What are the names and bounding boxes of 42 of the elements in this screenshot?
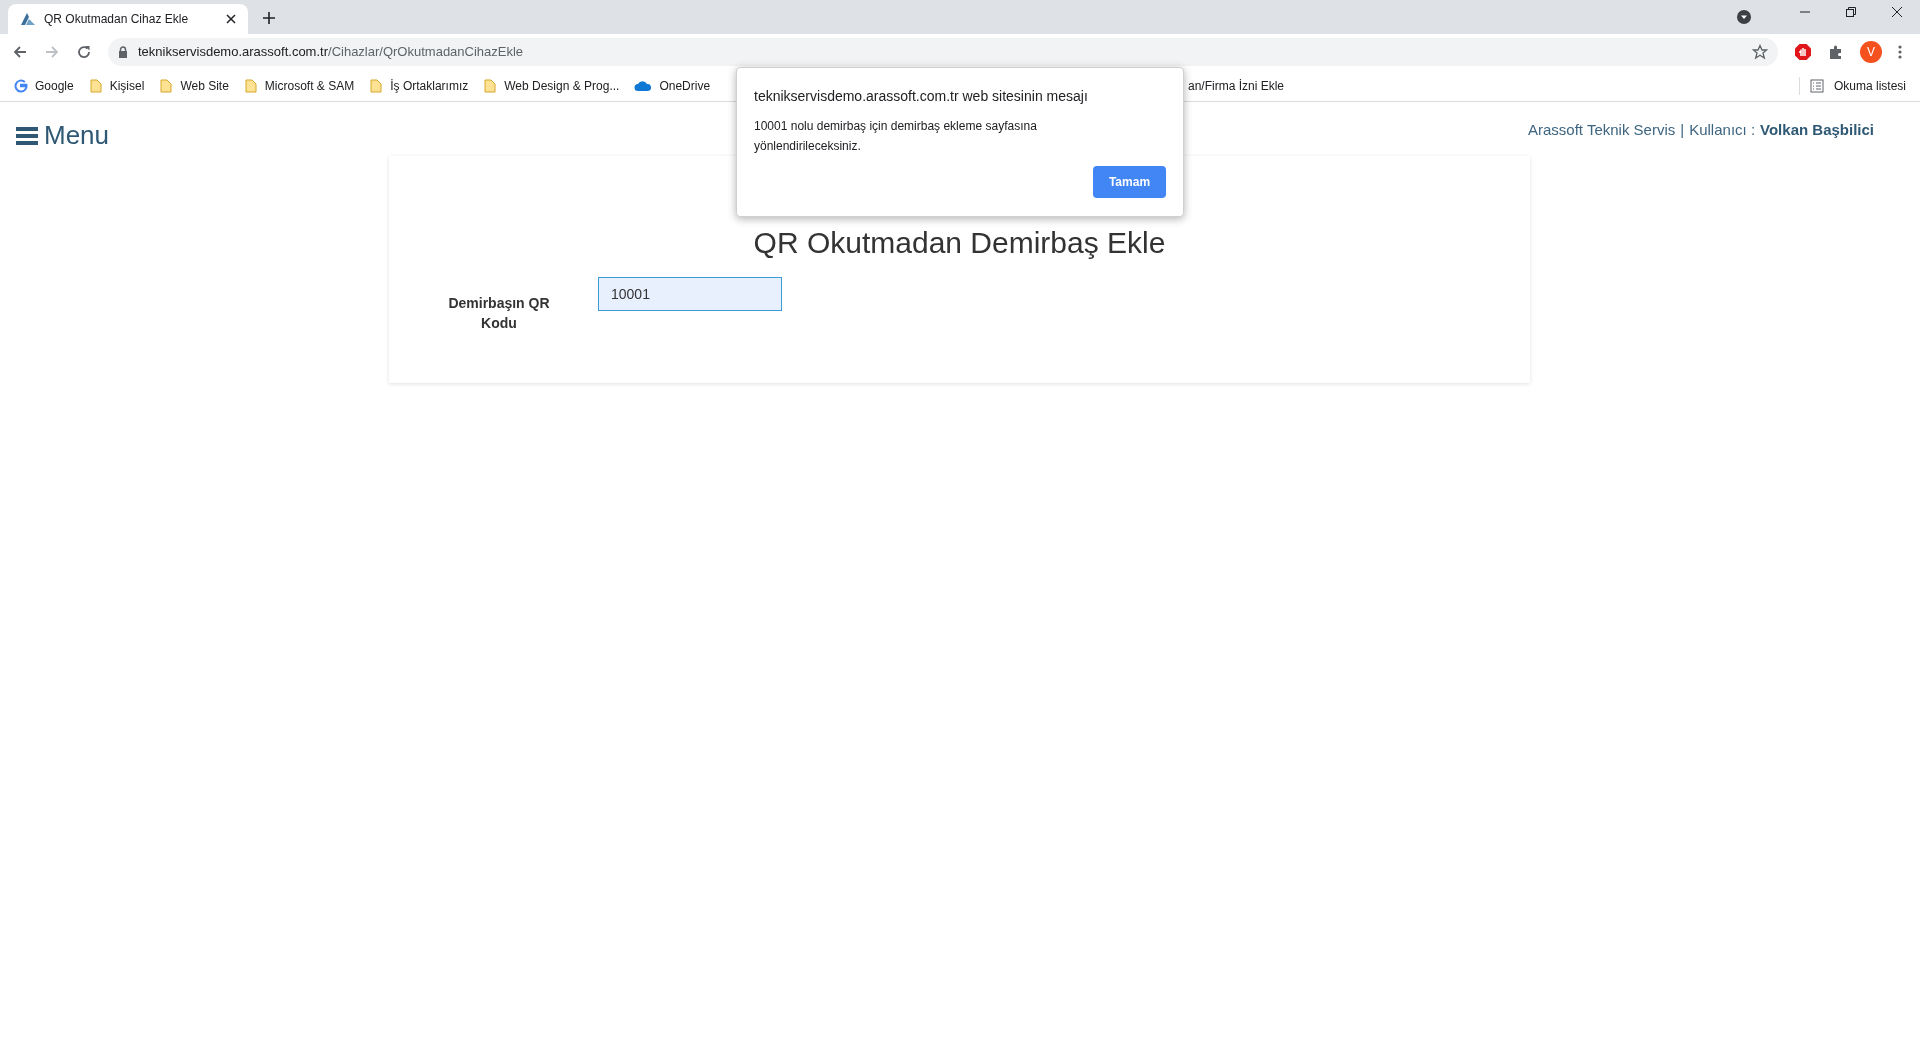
- dropdown-icon[interactable]: [1736, 9, 1752, 25]
- dialog-title: teknikservisdemo.arassoft.com.tr web sitesinin mesajı: [754, 87, 1089, 106]
- folder-icon: [159, 78, 174, 93]
- lock-icon[interactable]: [118, 46, 128, 58]
- bookmark-item[interactable]: Google: [14, 76, 74, 95]
- back-icon[interactable]: [12, 44, 28, 60]
- input-field[interactable]: 10001: [598, 277, 782, 311]
- google-g-icon: [14, 78, 28, 93]
- user-name: Volkan Başbilici: [1760, 120, 1874, 140]
- list-icon: [1809, 78, 1824, 93]
- reading-list-button[interactable]: Okuma listesi: [1798, 76, 1906, 95]
- puzzle-icon[interactable]: [1828, 44, 1844, 60]
- separator-text: |: [1680, 120, 1685, 140]
- bookmark-item[interactable]: Web Design & Prog...: [483, 76, 620, 95]
- page-title: QR Okutmadan Demirbaş Ekle: [753, 225, 1166, 261]
- reload-icon[interactable]: [76, 44, 92, 60]
- more-icon[interactable]: [1898, 45, 1902, 59]
- triangle-logo-icon[interactable]: [20, 12, 36, 26]
- bookmark-item[interactable]: İş Ortaklarımız: [369, 76, 469, 95]
- folder-icon: [483, 78, 498, 93]
- address-bar[interactable]: teknikservisdemo.arassoft.com.tr/Cihazlar/QrOkutmadanCihazEkle: [108, 38, 1778, 66]
- folder-icon: [88, 78, 103, 93]
- field-label: Demirbaşın QR Kodu: [447, 294, 551, 333]
- folder-icon: [243, 78, 258, 93]
- folder-icon: [369, 78, 384, 93]
- bookmark-item[interactable]: an/Firma İzni Ekle: [1188, 76, 1285, 95]
- bookmark-item[interactable]: Web Site: [159, 76, 229, 95]
- browser-tab[interactable]: QR Okutmadan Cihaz Ekle: [8, 4, 248, 34]
- star-icon[interactable]: [1752, 44, 1768, 60]
- bookmark-item[interactable]: Microsoft & SAM: [243, 76, 355, 95]
- ok-button[interactable]: Tamam: [1093, 166, 1166, 198]
- cloud-icon: [634, 79, 653, 92]
- url-text: teknikservisdemo.arassoft.com.tr/Cihazlar/QrOkutmadanCihazEkle: [138, 43, 525, 62]
- user-label: Kullanıcı :: [1689, 120, 1756, 140]
- plus-icon[interactable]: [262, 11, 276, 25]
- close-icon[interactable]: [226, 14, 236, 24]
- company-name: Arassoft Teknik Servis: [1528, 120, 1676, 140]
- dialog-message: 10001 nolu demirbaş için demirbaş ekleme sayfasına yönlendirileceksiniz.: [754, 118, 1038, 155]
- bookmark-item[interactable]: OneDrive: [634, 76, 711, 95]
- menu-icon: [16, 125, 38, 146]
- menu-button[interactable]: Menu: [16, 116, 110, 155]
- bookmark-item[interactable]: Kişisel: [88, 76, 145, 95]
